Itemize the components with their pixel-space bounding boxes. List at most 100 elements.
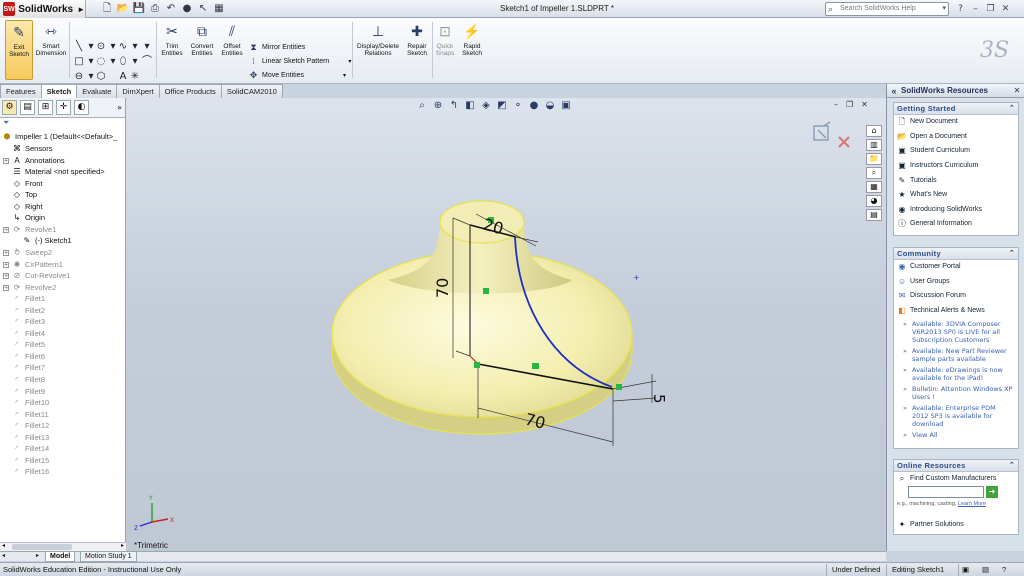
tab-office-products[interactable]: Office Products [158,84,222,98]
expand-toggle-icon[interactable]: + [3,284,9,291]
options-icon[interactable]: ▦ [212,2,226,16]
dimension-thickness[interactable]: 5 [650,394,668,404]
save-icon[interactable]: 💾 [132,2,146,16]
tree-item-fillet5[interactable]: ◜ Fillet5 [12,339,45,350]
view-palette-tab-icon[interactable]: ▦ [866,181,882,193]
exit-sketch-button[interactable]: ✎ Exit Sketch [5,20,33,80]
help-search-input[interactable]: ⌕ Search SolidWorks Help ▾ [825,2,949,16]
tree-item-top[interactable]: ◇ Top [12,189,37,200]
point-icon[interactable]: ✳ [128,70,142,83]
manufacturer-search-input[interactable] [908,486,984,498]
find-manufacturers-item[interactable]: ⌕ Find Custom Manufacturers [894,472,1018,487]
tree-item-fillet6[interactable]: ◜ Fillet6 [12,351,45,362]
open-icon[interactable]: 📂 [116,2,130,16]
getting-started-item[interactable]: 📂 Open a Document [894,130,1018,145]
mirror-entities-button[interactable]: ⧗ Mirror Entities [248,41,305,54]
tree-item-annotations[interactable]: A Annotations [12,155,64,166]
trim-entities-button[interactable]: ✂ Trim Entities [158,20,186,80]
help-icon[interactable]: ? [955,2,966,16]
tab-solidcam[interactable]: SolidCAM2010 [220,84,283,98]
dimension-height[interactable]: 70 [433,278,452,298]
community-item[interactable]: ☺ User Groups [894,275,1018,290]
tree-item-revolve1[interactable]: ⟳ Revolve1 [12,224,57,235]
tab-motion-study[interactable]: Motion Study 1 [80,552,137,562]
custom-properties-tab-icon[interactable]: ▤ [866,209,882,221]
tree-item-cut-revolve1[interactable]: ⊘ Cut-Revolve1 [12,270,71,281]
display-tab-icon[interactable]: ◐ [74,100,89,115]
chevron-down-icon[interactable]: ▾ [942,3,946,15]
coincident-relation-icon[interactable] [474,362,480,368]
restore-button[interactable]: ❐ [985,2,996,16]
community-item[interactable]: ✉ Discussion Forum [894,289,1018,304]
dimxpert-tab-icon[interactable]: ✛ [56,100,71,115]
tree-item-fillet13[interactable]: ◜ Fillet13 [12,432,49,443]
getting-started-item[interactable]: ★ What's New [894,188,1018,203]
getting-started-item[interactable]: ▣ Instructors Curriculum [894,159,1018,174]
tree-item-cirpattern1[interactable]: ✺ CirPattern1 [12,259,63,270]
tab-model[interactable]: Model [45,552,76,562]
configuration-tab-icon[interactable]: ⊞ [38,100,53,115]
filter-icon[interactable]: ⏷ [0,118,125,128]
rebuild-icon[interactable]: ● [180,2,194,16]
expand-toggle-icon[interactable]: + [3,157,9,164]
expand-toggle-icon[interactable]: + [3,249,9,256]
rapid-sketch-button[interactable]: ⚡ Rapid Sketch [459,20,485,80]
dropdown-icon[interactable]: ▾ [140,40,154,53]
tree-item-fillet7[interactable]: ◜ Fillet7 [12,362,45,373]
collapse-arrow-icon[interactable]: « [887,86,901,96]
news-link[interactable]: Available: New Part Reviewer sample part… [894,347,1018,363]
tree-item-fillet9[interactable]: ◜ Fillet9 [12,386,45,397]
expand-toggle-icon[interactable]: + [3,273,9,280]
tab-sketch[interactable]: Sketch [40,84,78,98]
rebuild-status-icon[interactable]: ▣ [962,563,969,576]
app-menu-button[interactable]: SW SolidWorks ► [0,0,86,18]
new-document-icon[interactable]: 🗋 [100,2,114,16]
getting-started-item[interactable]: 🗋 New Document [894,115,1018,130]
community-heading[interactable]: Community ⌃ [894,248,1018,260]
feature-tree-tab-icon[interactable]: ⚙ [2,100,17,115]
tree-item-fillet4[interactable]: ◜ Fillet4 [12,328,45,339]
tangent-relation-icon[interactable] [616,384,622,390]
tree-item-fillet8[interactable]: ◜ Fillet8 [12,374,45,385]
scrollbar-thumb[interactable] [12,544,72,550]
getting-started-item[interactable]: ⓘ General Information [894,217,1018,232]
expand-arrow-icon[interactable]: » [117,103,122,112]
tab-features[interactable]: Features [0,84,42,98]
tree-item-right[interactable]: ◇ Right [12,201,43,212]
expand-toggle-icon[interactable]: + [3,226,9,233]
scroll-right-icon[interactable]: ▸ [121,542,124,549]
horizontal-relation-icon[interactable] [532,363,539,369]
convert-entities-button[interactable]: ⧉ Convert Entities [187,20,217,80]
undo-icon[interactable]: ↶ [164,2,178,16]
model-view[interactable]: 20 70 70 5 + Y X Z [126,98,886,551]
tree-item-fillet15[interactable]: ◜ Fillet15 [12,455,49,466]
getting-started-heading[interactable]: Getting Started ⌃ [894,103,1018,115]
property-manager-tab-icon[interactable]: ▤ [20,100,35,115]
dropdown-icon[interactable]: ▾ [343,72,346,79]
scroll-left-icon[interactable]: ◂ [2,552,5,559]
tree-item-fillet2[interactable]: ◜ Fillet2 [12,305,45,316]
online-resources-heading[interactable]: Online Resources ⌃ [894,460,1018,472]
repair-sketch-button[interactable]: ✚ Repair Sketch [403,20,431,80]
tree-item-fillet14[interactable]: ◜ Fillet14 [12,443,49,454]
search-tab-icon[interactable]: ⌕ [866,167,882,179]
tree-item-fillet10[interactable]: ◜ Fillet10 [12,397,49,408]
horizontal-scrollbar[interactable]: ◂ ▸ [0,552,44,561]
learn-more-link[interactable]: Learn More [958,501,986,507]
move-entities-button[interactable]: ✥ Move Entities ▾ [248,69,346,82]
tree-item-sweep2[interactable]: ⥁ Sweep2 [12,247,52,258]
graphics-area[interactable]: ⌕ ⊕ ↰ ◧ ◈ ◩ ⚬ ● ◒ ▣ – ❐ ✕ 20 70 70 5 + Y… [126,98,886,551]
view-all-link[interactable]: View All [894,431,1018,439]
go-arrow-icon[interactable]: ➔ [986,486,998,498]
tree-item-sketch1[interactable]: ✎ (-) Sketch1 [22,235,72,246]
feature-tree-scrollbar[interactable]: ◂ ▸ [0,542,126,551]
close-button[interactable]: ✕ [1000,2,1011,16]
news-link[interactable]: Available: Enterprise PDM 2012 SP3 is av… [894,404,1018,428]
file-explorer-tab-icon[interactable]: 📁 [866,153,882,165]
tree-item-fillet1[interactable]: ◜ Fillet1 [12,293,45,304]
impeller-hub[interactable] [388,200,572,294]
tree-root-part[interactable]: ⬢ Impeller 1 (Default<<Default>_ [2,131,118,142]
tree-item-fillet3[interactable]: ◜ Fillet3 [12,316,45,327]
fillet-sketch-icon[interactable]: ⌒ [140,55,154,68]
vertical-relation-icon[interactable] [483,288,489,294]
